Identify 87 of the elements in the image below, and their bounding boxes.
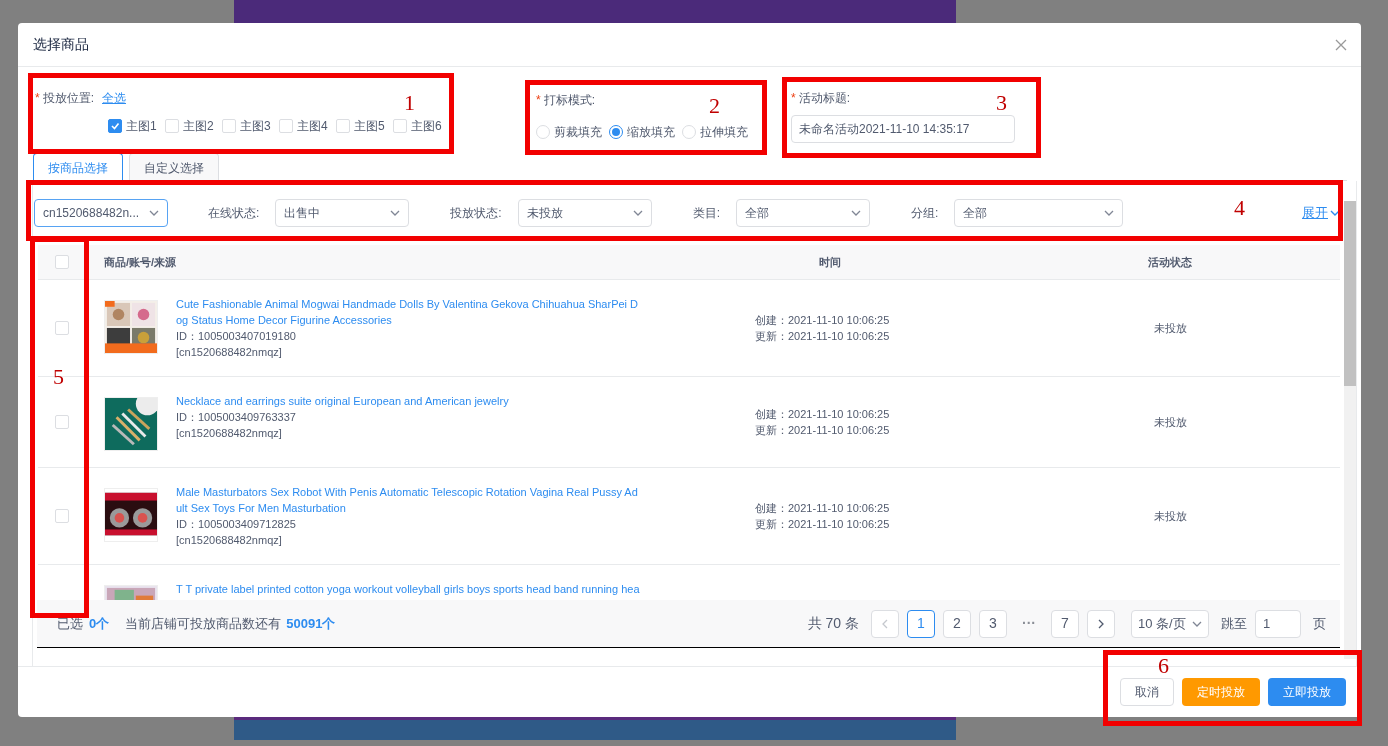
select-field[interactable]: 全部 bbox=[736, 199, 871, 227]
select-field[interactable]: 未投放 bbox=[517, 199, 652, 227]
jump-label: 跳至 bbox=[1221, 614, 1247, 633]
created-time: 创建：2021-11-10 10:06:25 bbox=[755, 407, 891, 422]
page-unit-label: 页 bbox=[1313, 614, 1326, 633]
created-time: 创建：2021-11-10 10:06:25 bbox=[755, 501, 891, 516]
page-button[interactable]: 7 bbox=[1051, 609, 1079, 638]
column-header: 商品/账号/来源 bbox=[104, 255, 177, 268]
radio-label: 拉伸填充 bbox=[700, 124, 748, 141]
checkbox-label: 主图6 bbox=[411, 118, 442, 135]
checkbox-label: 主图1 bbox=[126, 118, 157, 135]
filter-label: 类目: bbox=[692, 205, 721, 222]
status-text: 未投放 bbox=[1153, 321, 1187, 336]
page-size-select[interactable]: 10 条/页 bbox=[1131, 609, 1209, 638]
chevron-down-icon bbox=[1330, 210, 1340, 216]
radio-button[interactable] bbox=[609, 125, 623, 139]
required-mark: * bbox=[536, 92, 541, 109]
selected-label: 已选 bbox=[57, 614, 83, 633]
account-text: [cn1520688482nmqz] bbox=[176, 533, 283, 548]
page-button[interactable]: 3 bbox=[979, 609, 1007, 638]
field-label: 投放位置: bbox=[42, 90, 94, 107]
caret-icon bbox=[632, 210, 643, 216]
filter-label: 在线状态: bbox=[208, 205, 260, 222]
annotation-number: 3 bbox=[996, 92, 1007, 114]
page-number-field[interactable]: 1 bbox=[1255, 609, 1301, 638]
quota-label: 当前店铺可投放商品数还有 bbox=[125, 614, 282, 633]
updated-time: 更新：2021-11-10 10:06:25 bbox=[755, 329, 891, 344]
product-id: ID：1005003409763337 bbox=[176, 410, 297, 425]
filter-label: 投放状态: bbox=[450, 205, 502, 222]
caret-icon bbox=[1192, 620, 1202, 627]
checkbox-label: 主图5 bbox=[354, 118, 385, 135]
expand-link[interactable]: 展开 bbox=[1302, 203, 1340, 223]
chevron-right-icon bbox=[1097, 618, 1105, 629]
annotation-number: 1 bbox=[404, 92, 415, 114]
checkbox[interactable] bbox=[108, 119, 122, 133]
page-button[interactable]: 2 bbox=[943, 609, 971, 638]
annotation-number: 2 bbox=[709, 95, 720, 117]
total-count: 共 70 条 bbox=[807, 614, 859, 633]
column-header: 活动状态 bbox=[1148, 255, 1192, 268]
account-text: [cn1520688482nmqz] bbox=[176, 426, 283, 441]
product-link[interactable]: T T private label printed cotton yoga workout volleyball girls boys sports head band running hea bbox=[176, 581, 640, 597]
field-label: 活动标题: bbox=[798, 90, 850, 107]
close-icon[interactable] bbox=[1335, 38, 1347, 51]
annotation-number: 6 bbox=[1158, 655, 1169, 677]
created-time: 创建：2021-11-10 10:06:25 bbox=[755, 313, 891, 328]
previous-page-button[interactable] bbox=[871, 609, 899, 638]
action-button[interactable]: 取消 bbox=[1120, 678, 1174, 706]
filter-label: 分组: bbox=[911, 205, 939, 222]
column-header: 时间 bbox=[819, 255, 841, 268]
selected-count: 0个 bbox=[89, 614, 110, 633]
product-link[interactable]: Necklace and earrings suite original European and American jewelry bbox=[176, 393, 640, 409]
checkbox-label: 主图3 bbox=[240, 118, 271, 135]
checkbox-label: 主图2 bbox=[183, 118, 214, 135]
product-id: ID：1005003409712825 bbox=[176, 517, 297, 532]
account-text: [cn1520688482nmqz] bbox=[176, 345, 283, 360]
required-mark: * bbox=[35, 90, 40, 107]
chevron-left-icon bbox=[881, 618, 889, 629]
required-mark: * bbox=[791, 90, 796, 107]
product-link[interactable]: Male Masturbators Sex Robot With Penis Automatic Telescopic Rotation Vagina Real Pussy Adult Sex Toys For Men Masturbation bbox=[176, 484, 640, 516]
updated-time: 更新：2021-11-10 10:06:25 bbox=[755, 423, 891, 438]
annotation-number: 5 bbox=[53, 366, 64, 388]
select-all-link[interactable]: 全选 bbox=[102, 89, 126, 107]
tab[interactable]: 自定义选择 bbox=[129, 153, 219, 181]
select-field[interactable]: 出售中 bbox=[275, 199, 410, 227]
caret-icon bbox=[851, 210, 862, 216]
dialog-title: 选择商品 bbox=[33, 35, 89, 54]
radio-label: 剪裁填充 bbox=[554, 124, 602, 141]
scrollbar-thumb[interactable] bbox=[1344, 201, 1356, 386]
product-link[interactable]: Cute Fashionable Animal Mogwai Handmade Dolls By Valentina Gekova Chihuahua SharPei Dog Status Home Decor Figurine Accessories bbox=[176, 296, 640, 328]
product-id: ID：1005003407019180 bbox=[176, 329, 297, 344]
field-label: 打标模式: bbox=[543, 92, 595, 109]
select-field[interactable]: cn1520688482n... bbox=[34, 199, 168, 227]
checkmark-icon bbox=[110, 121, 120, 131]
quota-count: 50091个 bbox=[286, 614, 336, 633]
next-page-button[interactable] bbox=[1087, 609, 1115, 638]
status-text: 未投放 bbox=[1153, 509, 1187, 524]
select-field[interactable]: 全部 bbox=[954, 199, 1124, 227]
caret-icon bbox=[1104, 210, 1115, 216]
caret-icon bbox=[149, 210, 159, 216]
annotation-number: 4 bbox=[1234, 197, 1245, 219]
caret-icon bbox=[390, 210, 401, 216]
scrollbar[interactable] bbox=[1344, 201, 1356, 659]
radio-label: 缩放填充 bbox=[627, 124, 675, 141]
checkbox-label: 主图4 bbox=[297, 118, 328, 135]
status-text: 未投放 bbox=[1153, 415, 1187, 430]
text-field[interactable]: 未命名活动2021-11-10 14:35:17 bbox=[791, 115, 1015, 143]
updated-time: 更新：2021-11-10 10:06:25 bbox=[755, 517, 891, 532]
